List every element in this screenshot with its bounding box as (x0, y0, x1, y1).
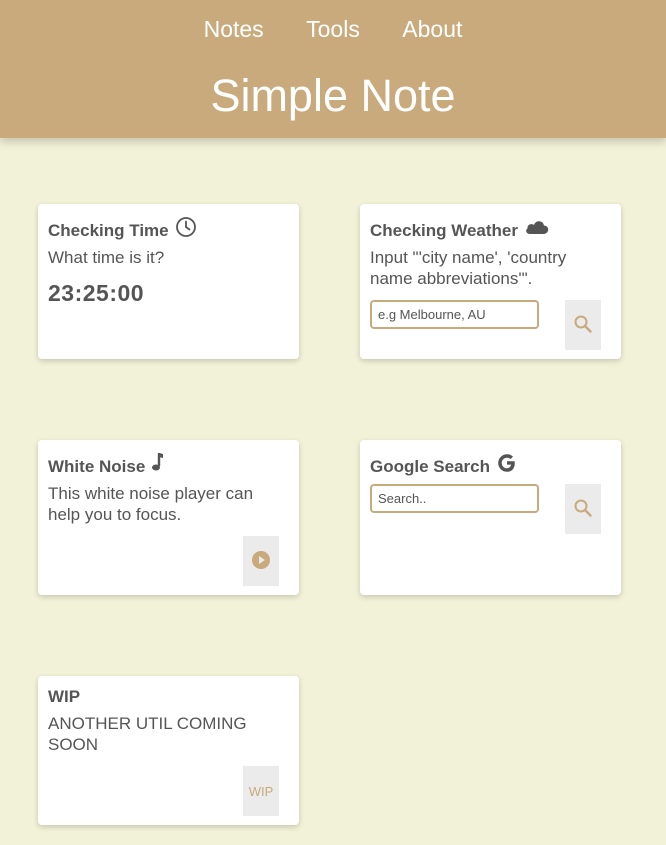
header: Notes Tools About Simple Note (0, 0, 666, 138)
nav-tools[interactable]: Tools (306, 16, 360, 43)
clock-icon (175, 216, 197, 238)
wip-card: WIP ANOTHER UTIL COMING SOON WIP (38, 676, 299, 825)
google-search-button[interactable] (565, 484, 601, 534)
play-icon (251, 550, 271, 573)
search-icon (573, 498, 593, 521)
google-search-card-title-text: Google Search (370, 457, 490, 476)
white-noise-card: White Noise This white noise player can … (38, 440, 299, 595)
weather-card-title-text: Checking Weather (370, 221, 519, 240)
time-card: Checking Time What time is it? 23:25:00 (38, 204, 299, 359)
weather-card-title: Checking Weather (370, 220, 611, 242)
wip-card-title: WIP (48, 687, 81, 706)
weather-city-input[interactable] (370, 300, 539, 329)
top-nav: Notes Tools About (0, 16, 666, 43)
search-icon (573, 314, 593, 337)
time-card-title-text: Checking Time (48, 221, 169, 240)
cloud-icon (524, 218, 550, 236)
google-search-input[interactable] (370, 484, 539, 513)
google-g-icon (496, 452, 518, 474)
time-card-question: What time is it? (48, 248, 165, 267)
wip-button[interactable]: WIP (243, 766, 279, 816)
google-search-card-title: Google Search (370, 454, 611, 478)
nav-notes[interactable]: Notes (204, 16, 264, 43)
wip-card-text: ANOTHER UTIL COMING SOON (48, 714, 247, 754)
white-noise-description: This white noise player can help you to … (48, 484, 254, 524)
music-note-icon (151, 451, 165, 473)
white-noise-play-button[interactable] (243, 536, 279, 586)
time-card-title: Checking Time (48, 217, 289, 242)
white-noise-card-title-text: White Noise (48, 457, 146, 476)
nav-about[interactable]: About (402, 16, 462, 43)
white-noise-card-title: White Noise (48, 453, 289, 478)
weather-card: Checking Weather Input "'city name', 'co… (360, 204, 621, 359)
current-time: 23:25:00 (48, 280, 145, 306)
google-search-card: Google Search (360, 440, 621, 595)
app-title: Simple Note (210, 70, 456, 121)
weather-card-instructions: Input "'city name', 'country name abbrev… (370, 248, 567, 288)
weather-search-button[interactable] (565, 300, 601, 350)
